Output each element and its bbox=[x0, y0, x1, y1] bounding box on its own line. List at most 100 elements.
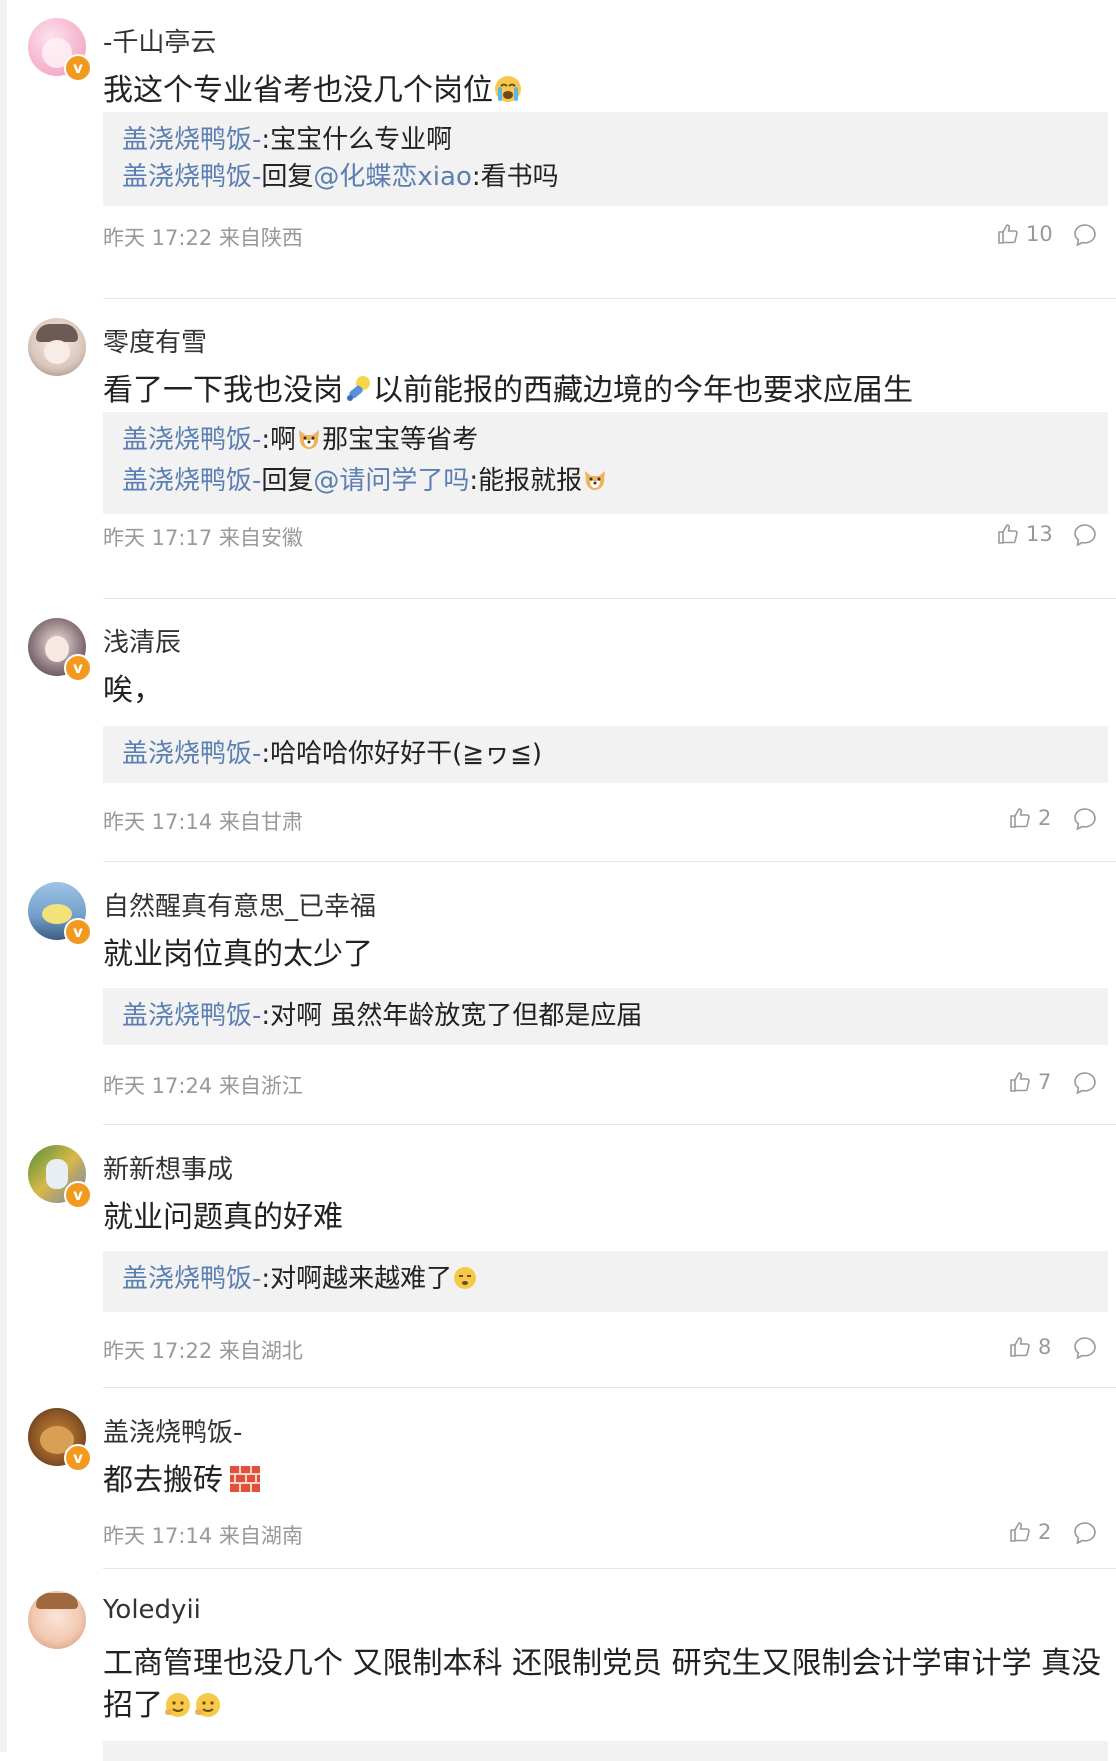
reply-preview-box[interactable]: 盖浇烧鸭饭-:啊 那宝宝等省考 盖浇烧鸭饭-回复@请问学了吗:能报就报 bbox=[103, 412, 1108, 514]
avatar[interactable]: v bbox=[28, 18, 92, 82]
avatar[interactable]: v bbox=[28, 1408, 92, 1472]
reply-separator: 回复 bbox=[261, 162, 314, 192]
reply-separator: : bbox=[261, 125, 271, 155]
reply-line[interactable]: 盖浇烧鸭饭-:啊 那宝宝等省考 bbox=[122, 422, 1108, 463]
reply-separator: : bbox=[261, 739, 271, 769]
comment-username[interactable]: -千山亭云 bbox=[103, 22, 216, 59]
reply-preview-box[interactable]: 盖浇烧鸭饭-:哈哈哈你好好干(≧ヮ≦) bbox=[103, 726, 1108, 783]
like-count: 2 bbox=[1038, 1520, 1052, 1544]
reply-separator: : bbox=[261, 1001, 271, 1031]
reply-author[interactable]: 盖浇烧鸭饭- bbox=[122, 425, 261, 455]
avatar[interactable]: v bbox=[28, 618, 92, 682]
like-button[interactable]: 10 bbox=[996, 222, 1053, 246]
reply-line[interactable]: 盖浇烧鸭饭-:对啊越来越难了 bbox=[122, 1261, 1108, 1302]
reply-text: 对啊越来越难了 bbox=[270, 1264, 453, 1294]
verified-badge-icon: v bbox=[64, 54, 92, 82]
reply-text: 对啊 虽然年龄放宽了但都是应届 bbox=[270, 1001, 643, 1031]
comment-username[interactable]: Yoledyii bbox=[103, 1595, 201, 1625]
reply-preview-box[interactable] bbox=[103, 1741, 1108, 1761]
verified-badge-icon: v bbox=[64, 654, 92, 682]
reply-author[interactable]: 盖浇烧鸭饭- bbox=[122, 1264, 261, 1294]
reply-line[interactable]: 盖浇烧鸭饭-回复@化蝶恋xiao:看书吗 bbox=[122, 159, 1108, 196]
comment-username[interactable]: 浅清辰 bbox=[103, 622, 181, 659]
comment-bubble-icon[interactable] bbox=[1072, 522, 1098, 548]
reply-author[interactable]: 盖浇烧鸭饭- bbox=[122, 162, 261, 192]
reply-text: :能报就报 bbox=[469, 466, 583, 496]
comment-text: 我这个专业省考也没几个岗位 bbox=[103, 73, 493, 108]
thumbs-up-icon bbox=[1010, 808, 1030, 828]
comment-bubble-icon[interactable] bbox=[1072, 222, 1098, 248]
reply-line[interactable]: 盖浇烧鸭饭-回复@请问学了吗:能报就报 bbox=[122, 463, 1108, 504]
reply-author[interactable]: 盖浇烧鸭饭- bbox=[122, 125, 261, 155]
reply-preview-box[interactable]: 盖浇烧鸭饭-:对啊越来越难了 bbox=[103, 1251, 1108, 1312]
comment-content: 就业问题真的好难 bbox=[103, 1200, 343, 1235]
reply-author[interactable]: 盖浇烧鸭饭- bbox=[122, 739, 261, 769]
crying-face-icon bbox=[493, 74, 523, 116]
thumbs-up-icon bbox=[1010, 1522, 1030, 1542]
reply-separator: 回复 bbox=[261, 466, 314, 496]
comment-bubble-icon[interactable] bbox=[1072, 1520, 1098, 1546]
comment-text: 看了一下我也没岗 bbox=[103, 373, 343, 408]
salute-face-icon bbox=[163, 1689, 193, 1731]
reply-preview-box[interactable]: 盖浇烧鸭饭-:宝宝什么专业啊 盖浇烧鸭饭-回复@化蝶恋xiao:看书吗 bbox=[103, 112, 1108, 206]
comment-meta: 昨天 17:14 来自甘肃 bbox=[103, 810, 303, 834]
comment-username[interactable]: 新新想事成 bbox=[103, 1149, 233, 1186]
verified-badge-icon: v bbox=[64, 1181, 92, 1209]
like-count: 13 bbox=[1026, 522, 1053, 546]
like-count: 10 bbox=[1026, 222, 1053, 246]
comment-text-cont: 以前能报的西藏边境的今年也要求应届生 bbox=[373, 373, 913, 408]
comment-username[interactable]: 零度有雪 bbox=[103, 322, 207, 359]
comment-username[interactable]: 盖浇烧鸭饭- bbox=[103, 1412, 242, 1449]
salute-face-icon bbox=[193, 1689, 223, 1731]
reply-line[interactable]: 盖浇烧鸭饭-:对啊 虽然年龄放宽了但都是应届 bbox=[122, 998, 1108, 1035]
comment-bubble-icon[interactable] bbox=[1072, 806, 1098, 832]
avatar[interactable] bbox=[28, 1591, 86, 1649]
like-button[interactable]: 2 bbox=[1008, 806, 1051, 830]
divider bbox=[103, 1124, 1116, 1125]
avatar[interactable]: v bbox=[28, 1145, 92, 1209]
dog-face-icon bbox=[296, 426, 322, 463]
reply-separator: : bbox=[261, 425, 271, 455]
like-button[interactable]: 2 bbox=[1008, 1520, 1051, 1544]
like-count: 8 bbox=[1038, 1335, 1052, 1359]
mention-link[interactable]: @化蝶恋xiao bbox=[313, 162, 471, 192]
like-button[interactable]: 8 bbox=[1008, 1335, 1051, 1359]
reply-text: 啊 bbox=[270, 425, 297, 455]
like-count: 2 bbox=[1038, 806, 1052, 830]
dog-face-icon bbox=[582, 467, 608, 504]
like-count: 7 bbox=[1038, 1070, 1052, 1094]
comment-bubble-icon[interactable] bbox=[1072, 1335, 1098, 1361]
like-button[interactable]: 7 bbox=[1008, 1070, 1051, 1094]
ice-cream-icon bbox=[343, 374, 373, 416]
reply-author[interactable]: 盖浇烧鸭饭- bbox=[122, 466, 261, 496]
comment-bubble-icon[interactable] bbox=[1072, 1070, 1098, 1096]
thumbs-up-icon bbox=[1010, 1072, 1030, 1092]
comment-content: 就业岗位真的太少了 bbox=[103, 937, 373, 972]
like-button[interactable]: 13 bbox=[996, 522, 1053, 546]
comment-content: 看了一下我也没岗 以前能报的西藏边境的今年也要求应届生 bbox=[103, 370, 913, 416]
comment-content: 工商管理也没几个 又限制本科 还限制党员 研究生又限制会计学审计学 真没招了 bbox=[103, 1643, 1103, 1731]
verified-badge-icon: v bbox=[64, 1444, 92, 1472]
reply-text: 哈哈哈你好好干(≧ヮ≦) bbox=[270, 739, 543, 769]
reply-line[interactable]: 盖浇烧鸭饭-:宝宝什么专业啊 bbox=[122, 122, 1108, 159]
divider bbox=[103, 298, 1116, 299]
thumbs-up-icon bbox=[998, 224, 1018, 244]
divider bbox=[103, 1568, 1116, 1569]
verified-badge-icon: v bbox=[64, 918, 92, 946]
brick-icon bbox=[229, 1464, 261, 1506]
avatar[interactable]: v bbox=[28, 882, 92, 946]
comment-meta: 昨天 17:14 来自湖南 bbox=[103, 1524, 303, 1548]
reply-text-cont: 那宝宝等省考 bbox=[322, 425, 479, 455]
mention-link[interactable]: @请问学了吗 bbox=[313, 466, 469, 496]
divider bbox=[103, 861, 1116, 862]
reply-text: :看书吗 bbox=[471, 162, 559, 192]
reply-author[interactable]: 盖浇烧鸭饭- bbox=[122, 1001, 261, 1031]
comment-meta: 昨天 17:22 来自湖北 bbox=[103, 1339, 303, 1363]
comment-text: 都去搬砖 bbox=[103, 1463, 223, 1498]
avatar[interactable] bbox=[28, 318, 86, 376]
comment-content: 都去搬砖 bbox=[103, 1460, 261, 1506]
reply-preview-box[interactable]: 盖浇烧鸭饭-:对啊 虽然年龄放宽了但都是应届 bbox=[103, 988, 1108, 1045]
reply-line[interactable]: 盖浇烧鸭饭-:哈哈哈你好好干(≧ヮ≦) bbox=[122, 736, 1108, 773]
comment-username[interactable]: 自然醒真有意思_已幸福 bbox=[103, 886, 376, 923]
comment-meta: 昨天 17:24 来自浙江 bbox=[103, 1074, 303, 1098]
